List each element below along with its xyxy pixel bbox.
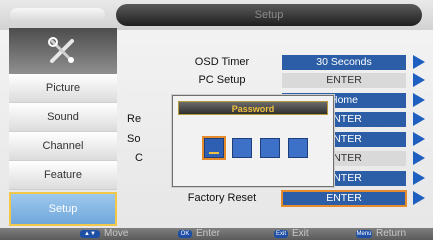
hint-label: Return [376,228,407,239]
arrow-right-icon[interactable] [413,93,425,107]
sidebar-tools-tile [9,28,117,74]
arrow-right-icon[interactable] [413,112,425,126]
menu-row-pc-setup[interactable]: PC Setup ENTER [117,70,433,90]
hint-bar: ▲▼ Move OK Enter Exit Exit Menu Return [0,228,433,240]
hint-label: Exit [292,228,309,239]
sidebar-item-label: Feature [44,169,82,181]
top-bar: Setup [0,0,433,30]
sidebar-item-label: Sound [47,111,79,123]
menu-row-label: PC Setup [198,74,246,86]
sidebar-item-picture[interactable]: Picture [9,74,117,103]
sidebar: Picture Sound Channel Feature Setup [9,28,117,228]
page-title: Setup [116,4,422,26]
password-digit-1[interactable] [202,136,226,160]
sidebar-item-label: Picture [45,82,81,94]
menu-row-factory-reset[interactable]: Factory Reset ENTER [117,188,433,208]
sidebar-item-feature[interactable]: Feature [9,161,117,190]
hint-label: Enter [196,228,220,239]
menu-row-osd-timer[interactable]: OSD Timer 30 Seconds [117,52,433,72]
dialog-title: Password [178,101,328,115]
tools-icon [48,37,74,63]
menu-row-label: Factory Reset [187,192,257,204]
menu-row-value[interactable]: 30 Seconds [282,55,406,70]
hint-label: Move [104,228,129,239]
sidebar-item-setup[interactable]: Setup [9,192,117,226]
arrow-right-icon[interactable] [413,151,425,165]
sidebar-item-sound[interactable]: Sound [9,103,117,132]
menu-row-value[interactable]: ENTER [281,190,407,207]
sidebar-item-label: Setup [48,203,78,215]
arrow-right-icon[interactable] [413,55,425,69]
menu-key-icon: Menu [356,230,372,238]
top-left-pill [10,8,105,22]
password-dialog: Password [172,95,334,187]
move-key-icon: ▲▼ [80,230,100,238]
arrow-right-icon[interactable] [413,191,425,205]
password-digit-2[interactable] [232,138,252,158]
menu-row-label: OSD Timer [194,56,250,68]
menu-row-value[interactable]: ENTER [282,73,406,88]
sidebar-item-channel[interactable]: Channel [9,132,117,161]
arrow-right-icon[interactable] [413,171,425,185]
arrow-right-icon[interactable] [413,73,425,87]
exit-key-icon: Exit [274,230,288,238]
password-digit-3[interactable] [260,138,280,158]
arrow-right-icon[interactable] [413,132,425,146]
sidebar-item-label: Channel [42,140,84,152]
text-cursor [209,152,219,154]
password-digit-4[interactable] [288,138,308,158]
ok-key-icon: OK [178,230,192,238]
